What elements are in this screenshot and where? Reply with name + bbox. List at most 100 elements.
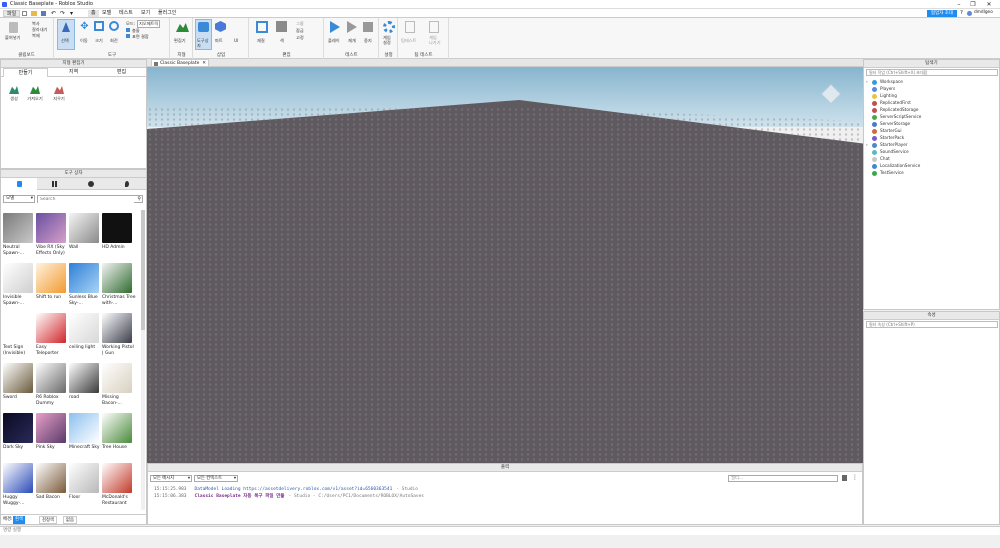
rotate-icon[interactable] [109, 21, 119, 31]
toolbox-item[interactable]: Neutral Spawn-... [3, 213, 35, 261]
duplicate-button[interactable]: 복제 [32, 33, 40, 39]
explorer-item[interactable]: Chat [866, 155, 998, 162]
terrain-editor-icon[interactable] [176, 23, 189, 32]
toolbox-item[interactable]: Sad Bacon [36, 463, 68, 511]
explorer-item[interactable]: ServerScriptService [866, 113, 998, 120]
bg-none-option[interactable]: 없음 [63, 516, 77, 524]
join-checkbox[interactable] [126, 34, 130, 38]
clear-output-icon[interactable] [842, 475, 847, 481]
play-icon[interactable] [330, 21, 340, 33]
category-select[interactable]: 모델 ▾ [3, 195, 35, 203]
stop-icon[interactable] [363, 22, 373, 32]
import-tool[interactable]: 가져오기 [26, 85, 44, 102]
toolbox-item[interactable]: Working Pistol | Gun [102, 313, 134, 361]
search-icon[interactable]: ⚲ [137, 196, 141, 202]
redo-icon[interactable]: ↷ [60, 10, 65, 17]
explorer-item[interactable]: StarterGui [866, 127, 998, 134]
explorer-item[interactable]: ServerStorage [866, 120, 998, 127]
toolbox-item[interactable]: Easy Teleporter [36, 313, 68, 361]
mode-select[interactable]: 지오메트릭 [137, 20, 161, 28]
game-settings-button[interactable]: 게임 설정 [383, 35, 391, 45]
toolbox-item[interactable]: Dark Sky [3, 413, 35, 461]
tab-edit[interactable]: 편집 [99, 68, 144, 77]
tab-creations[interactable] [109, 178, 145, 190]
explorer-item[interactable]: Players [866, 85, 998, 92]
team-test-icon[interactable] [405, 21, 415, 33]
toolbox-item[interactable]: Sunless Blue Sky-... [69, 263, 101, 311]
toolbox-item[interactable]: Text Sign (Invisible) [3, 313, 35, 361]
explorer-item[interactable]: › Workspace [866, 78, 998, 85]
viewport-tab[interactable]: Classic Baseplate ✕ [151, 59, 209, 67]
toolbox-item[interactable]: Sword [3, 363, 35, 411]
scrollbar-thumb[interactable] [141, 210, 145, 330]
avatar[interactable] [967, 11, 972, 16]
group-button[interactable]: 그룹 [296, 21, 304, 27]
tab-create[interactable]: 만들기 [3, 68, 48, 77]
toolbox-item[interactable]: Invisible Spawn-... [3, 263, 35, 311]
save-icon[interactable] [41, 11, 46, 16]
toolbox-item[interactable]: road [69, 363, 101, 411]
more-options-icon[interactable]: ⋮ [852, 474, 858, 481]
generate-tool[interactable]: 생성 [7, 85, 21, 102]
customize-icon[interactable]: ▾ [70, 10, 73, 17]
toolbox-item[interactable]: Wall [69, 213, 101, 261]
toolbox-item[interactable]: McDonald's Restaurant [102, 463, 134, 511]
clear-tool[interactable]: 지우기 [51, 85, 67, 102]
explorer-item[interactable]: Lighting [866, 92, 998, 99]
tab-model[interactable]: 모델 [99, 10, 114, 17]
toolbox-item[interactable]: R6 Roblox Dummy [36, 363, 68, 411]
explorer-item[interactable]: TestService [866, 169, 998, 176]
toolbox-item[interactable]: Minecraft Sky [69, 413, 101, 461]
bg-black-option[interactable]: 검정색 [39, 516, 57, 524]
tab-home[interactable]: 홈 [88, 10, 99, 17]
explorer-item[interactable]: LocalizationService [866, 162, 998, 169]
toolbox-item[interactable]: Huggy Wuggy-... [3, 463, 35, 511]
tab-marketplace[interactable] [1, 178, 37, 190]
toolbox-scrollbar[interactable] [141, 210, 145, 510]
explorer-item[interactable]: ReplicatedFirst [866, 99, 998, 106]
material-icon[interactable] [256, 21, 268, 33]
tab-view[interactable]: 보기 [138, 10, 153, 17]
lock-button[interactable]: 잠금 [296, 28, 304, 34]
toolbox-item[interactable]: Missing Bacon-... [102, 363, 134, 411]
help-icon[interactable]: ? [960, 10, 963, 16]
explorer-item[interactable]: StarterPack [866, 134, 998, 141]
move-icon[interactable]: ✥ [79, 21, 90, 32]
toolbox-item[interactable]: HD Admin [102, 213, 134, 261]
toolbox-item[interactable]: Shift to run [36, 263, 68, 311]
command-bar[interactable]: 명령 실행 [0, 526, 1000, 535]
part-icon[interactable] [215, 21, 226, 32]
tab-recent[interactable] [73, 178, 109, 190]
explorer-item[interactable]: › StarterPlayer [866, 141, 998, 148]
tab-inventory[interactable] [37, 178, 73, 190]
minimize-button[interactable]: – [952, 0, 966, 9]
message-filter-select[interactable]: 모든 메시지 ▾ [150, 475, 192, 482]
maximize-button[interactable]: ❐ [966, 0, 980, 9]
tab-region[interactable]: 지역 [51, 68, 96, 77]
toolbox-item[interactable]: ceiling light [69, 313, 101, 361]
ui-button[interactable]: UI [234, 38, 238, 43]
undo-icon[interactable]: ↶ [51, 10, 56, 17]
tab-close-icon[interactable]: ✕ [202, 60, 206, 67]
exit-game-icon[interactable] [429, 21, 439, 33]
explorer-item[interactable]: ReplicatedStorage [866, 106, 998, 113]
explorer-item[interactable]: SoundService [866, 148, 998, 155]
bg-white-option[interactable]: 흰색 [13, 516, 25, 524]
output-filter-input[interactable]: 필터... [728, 475, 838, 482]
username[interactable]: dmdlgeo [974, 10, 993, 15]
3d-viewport[interactable] [147, 67, 863, 463]
toolbox-item[interactable]: Tree House [102, 413, 134, 461]
paste-button[interactable]: 붙여넣기 [5, 35, 20, 41]
open-folder-icon[interactable] [31, 11, 37, 16]
context-filter-select[interactable]: 모든 컨텍스트 ▾ [194, 475, 238, 482]
properties-filter-input[interactable]: 필터 속성 (Ctrl+Shift+P) [866, 321, 998, 328]
tab-test[interactable]: 테스트 [116, 10, 136, 17]
resume-icon[interactable] [347, 21, 357, 33]
collide-checkbox[interactable] [126, 28, 130, 32]
tab-plugins[interactable]: 플러그인 [155, 10, 179, 17]
new-file-icon[interactable] [22, 11, 27, 16]
toolbox-search[interactable]: ⚲ [37, 195, 143, 203]
paste-icon[interactable] [9, 22, 18, 33]
scale-icon[interactable] [94, 21, 104, 31]
anchor-button[interactable]: 고정 [296, 35, 304, 41]
